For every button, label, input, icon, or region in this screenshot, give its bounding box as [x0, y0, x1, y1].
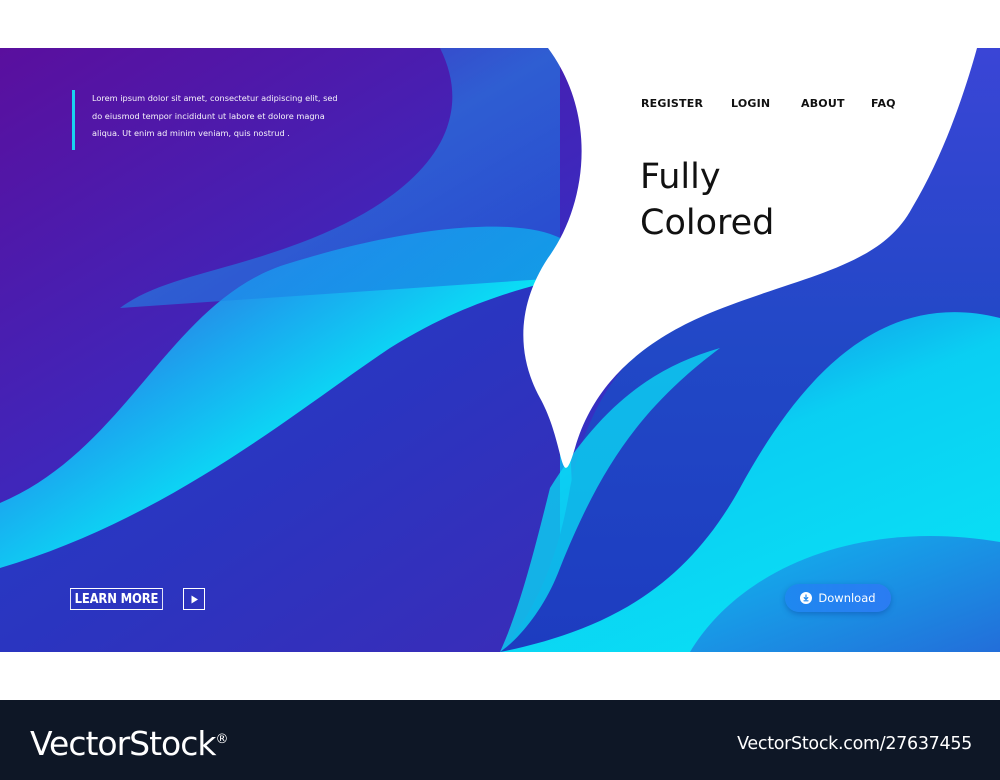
- top-navigation: REGISTER LOGIN ABOUT FAQ: [0, 97, 1000, 113]
- hero-title-line1: Fully: [640, 157, 721, 197]
- nav-faq-link[interactable]: FAQ: [871, 97, 896, 110]
- download-label: Download: [818, 591, 876, 605]
- hero-banner: Lorem ipsum dolor sit amet, consectetur …: [0, 48, 1000, 652]
- hero-title-line2: Colored: [640, 203, 775, 243]
- hero-title: Fully Colored: [640, 154, 774, 246]
- nav-about-link[interactable]: ABOUT: [801, 97, 845, 110]
- learn-more-button[interactable]: LEARN MORE: [70, 588, 163, 610]
- nav-login-link[interactable]: LOGIN: [731, 97, 770, 110]
- play-button[interactable]: [183, 588, 205, 610]
- watermark-bar: VectorStock® VectorStock.com/27637455: [0, 700, 1000, 780]
- download-icon: [800, 592, 813, 604]
- nav-register-link[interactable]: REGISTER: [641, 97, 703, 110]
- play-icon: [191, 595, 198, 603]
- image-id-text: VectorStock.com/27637455: [737, 734, 972, 754]
- registered-mark: ®: [215, 732, 229, 747]
- vectorstock-logo-text: VectorStock: [30, 724, 216, 763]
- download-button[interactable]: Download: [785, 584, 891, 612]
- vectorstock-logo: VectorStock®: [30, 720, 229, 764]
